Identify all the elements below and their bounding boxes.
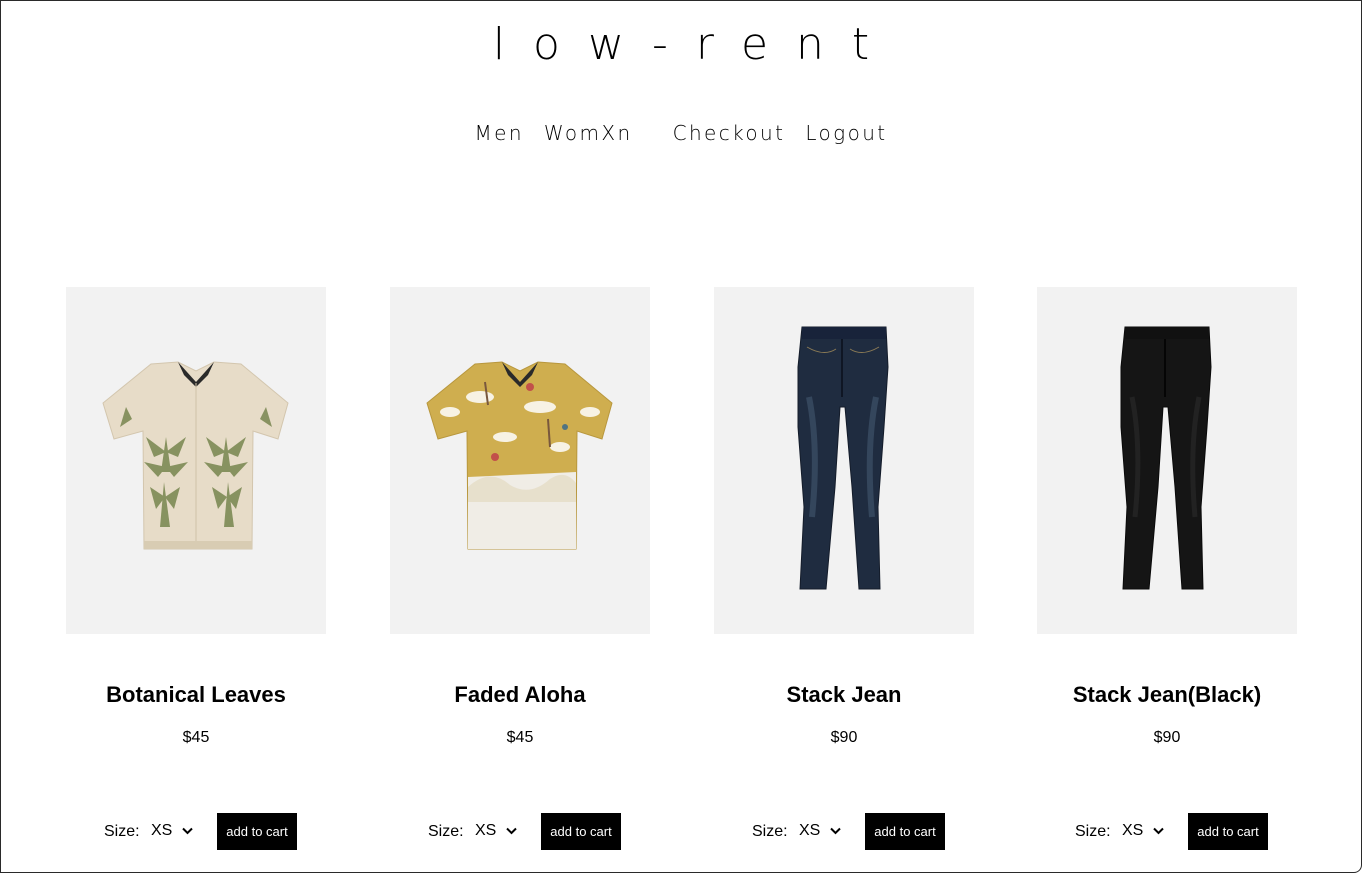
chevron-down-icon bbox=[830, 827, 842, 835]
nav-women[interactable]: WomXn bbox=[544, 119, 633, 147]
product-title[interactable]: Stack Jean(Black) bbox=[1037, 682, 1297, 708]
nav-men[interactable]: Men bbox=[474, 119, 523, 147]
size-select[interactable]: XS bbox=[1122, 821, 1165, 841]
jeans-image bbox=[1120, 326, 1212, 590]
size-select[interactable]: XS bbox=[799, 821, 842, 841]
size-value: XS bbox=[151, 822, 173, 839]
chevron-down-icon bbox=[506, 827, 518, 835]
chevron-down-icon bbox=[1153, 827, 1165, 835]
size-label: Size: bbox=[104, 823, 140, 840]
product-card: Stack Jean $90 Size: XS add to cart bbox=[714, 287, 974, 850]
page: low-rent Men WomXn Checkout Logout Botan… bbox=[0, 0, 1362, 873]
size-value: XS bbox=[1122, 822, 1144, 839]
nav-logout[interactable]: Logout bbox=[805, 119, 887, 147]
nav-checkout[interactable]: Checkout bbox=[673, 119, 786, 147]
purchase-row: Size: XS add to cart bbox=[1037, 813, 1297, 850]
purchase-row: Size: XS add to cart bbox=[66, 813, 326, 850]
product-title[interactable]: Faded Aloha bbox=[390, 682, 650, 708]
product-grid: Botanical Leaves $45 Size: XS add to car… bbox=[66, 287, 1297, 872]
size-value: XS bbox=[475, 822, 497, 839]
add-to-cart-button[interactable]: add to cart bbox=[1188, 813, 1268, 850]
purchase-row: Size: XS add to cart bbox=[390, 813, 650, 850]
product-title[interactable]: Stack Jean bbox=[714, 682, 974, 708]
product-price: $90 bbox=[830, 729, 858, 746]
add-to-cart-button[interactable]: add to cart bbox=[217, 813, 297, 850]
product-card: Botanical Leaves $45 Size: XS add to car… bbox=[66, 287, 326, 850]
shirt-image bbox=[102, 361, 289, 550]
size-select[interactable]: XS bbox=[151, 821, 194, 841]
brand-logo[interactable]: low-rent bbox=[1, 19, 1361, 71]
product-card: Faded Aloha $45 Size: XS add to cart bbox=[390, 287, 650, 850]
product-image-faded-aloha[interactable] bbox=[390, 287, 650, 634]
product-price: $90 bbox=[1153, 729, 1181, 746]
size-label: Size: bbox=[1075, 823, 1111, 840]
add-to-cart-button[interactable]: add to cart bbox=[865, 813, 945, 850]
product-price: $45 bbox=[506, 729, 534, 746]
product-image-botanical-leaves[interactable] bbox=[66, 287, 326, 634]
size-select[interactable]: XS bbox=[475, 821, 518, 841]
purchase-row: Size: XS add to cart bbox=[714, 813, 974, 850]
size-label: Size: bbox=[428, 823, 464, 840]
size-label: Size: bbox=[752, 823, 788, 840]
product-card: Stack Jean(Black) $90 Size: XS add to ca… bbox=[1037, 287, 1297, 850]
shirt-image bbox=[426, 361, 613, 550]
jeans-image bbox=[797, 326, 889, 590]
size-value: XS bbox=[799, 822, 821, 839]
product-image-stack-jean-black[interactable] bbox=[1037, 287, 1297, 634]
main-nav: Men WomXn Checkout Logout bbox=[1, 119, 1361, 147]
product-price: $45 bbox=[182, 729, 210, 746]
chevron-down-icon bbox=[182, 827, 194, 835]
product-title[interactable]: Botanical Leaves bbox=[66, 682, 326, 708]
product-image-stack-jean[interactable] bbox=[714, 287, 974, 634]
add-to-cart-button[interactable]: add to cart bbox=[541, 813, 621, 850]
